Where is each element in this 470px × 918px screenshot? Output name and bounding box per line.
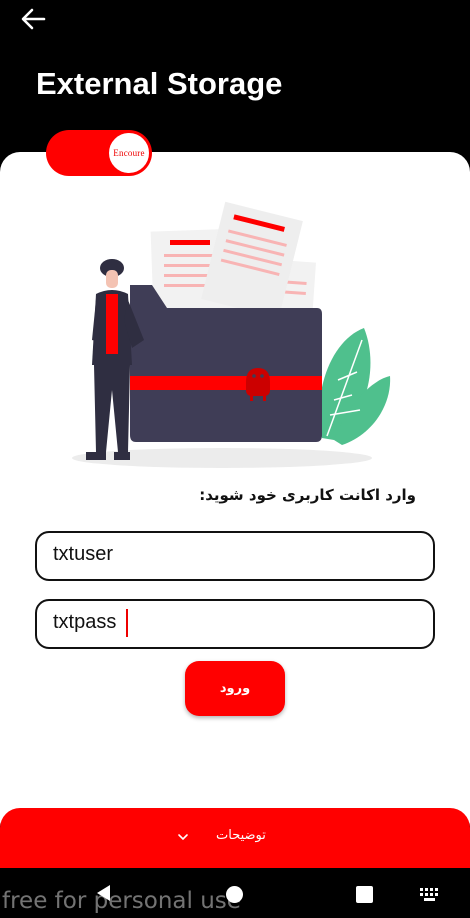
documents (150, 201, 317, 323)
username-value: txtuser (53, 543, 114, 565)
login-button[interactable]: ورود (185, 661, 285, 716)
description-panel[interactable]: توضیحات (0, 808, 470, 868)
nav-recent-icon[interactable] (356, 886, 373, 903)
description-label: توضیحات (216, 828, 266, 843)
toggle-knob: Encoure (108, 132, 150, 174)
login-button-label: ورود (219, 681, 251, 696)
password-field[interactable]: txtpass (35, 599, 435, 649)
app-bar: External Storage (0, 0, 470, 150)
password-value: txtpass (53, 611, 117, 633)
folder (130, 285, 322, 442)
plant-leaves (319, 328, 391, 445)
chevron-down-icon (178, 834, 188, 841)
text-caret (126, 609, 128, 637)
username-field[interactable]: txtuser (35, 531, 435, 581)
storage-illustration (72, 201, 391, 468)
toggle-knob-text: Encoure (113, 148, 145, 158)
watermark: free for personal use (2, 888, 241, 914)
back-arrow-icon[interactable] (18, 5, 48, 33)
encoure-toggle[interactable]: Encoure (46, 130, 152, 176)
keyboard-icon[interactable] (420, 888, 440, 902)
login-prompt: وارد اکانت کاربری خود شوید: (199, 486, 416, 504)
page-title: External Storage (36, 66, 283, 101)
